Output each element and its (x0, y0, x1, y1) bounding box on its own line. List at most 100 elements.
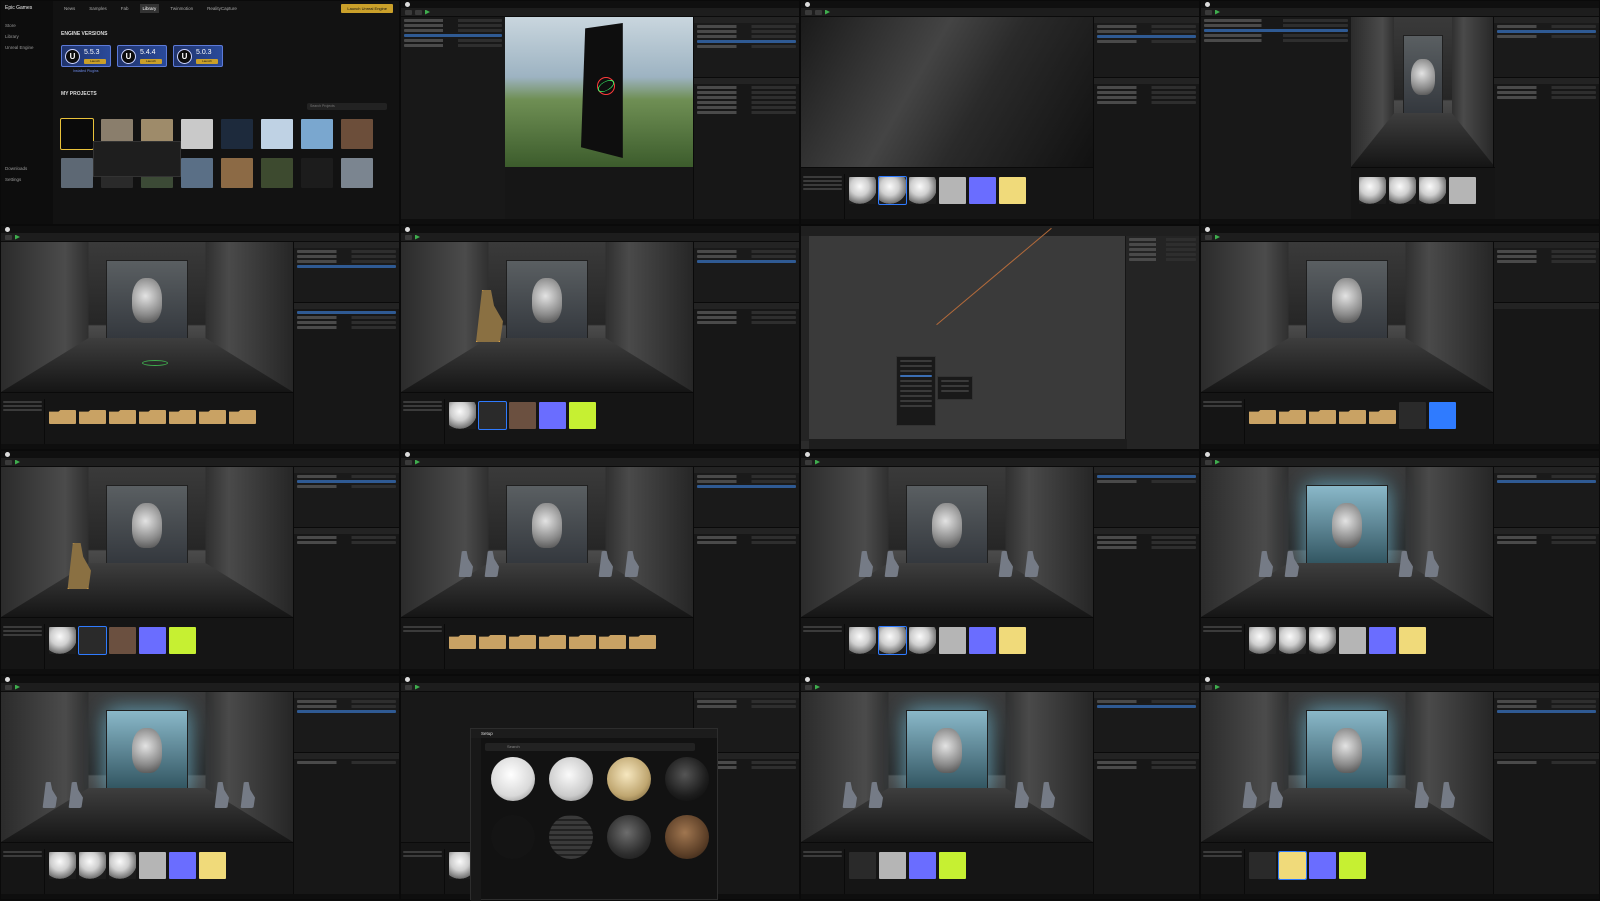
head-sculpture[interactable] (932, 728, 962, 773)
head-sculpture[interactable] (1332, 503, 1362, 548)
texture-asset[interactable] (1339, 852, 1366, 879)
folder-icon[interactable] (1279, 410, 1306, 424)
halo-ring[interactable] (142, 360, 168, 366)
folder-icon[interactable] (49, 410, 76, 424)
texture-asset[interactable] (539, 402, 566, 429)
play-icon[interactable] (415, 459, 420, 465)
material-asset[interactable] (49, 852, 76, 879)
installed-plugins-link[interactable]: Installed Plugins (73, 69, 99, 73)
folder-icon[interactable] (509, 635, 536, 649)
project-thumbnail[interactable] (181, 119, 213, 149)
toolbar-button[interactable] (405, 9, 412, 15)
material-asset[interactable] (1249, 627, 1276, 654)
engine-card[interactable]: U 5.0.3 Launch (173, 45, 223, 67)
project-thumbnail[interactable] (341, 119, 373, 149)
folder-icon[interactable] (169, 410, 196, 424)
material-picker-dialog[interactable]: Setup Search (470, 728, 718, 901)
texture-asset[interactable] (1249, 852, 1276, 879)
folder-icon[interactable] (109, 410, 136, 424)
head-sculpture[interactable] (532, 503, 562, 548)
blender-viewport[interactable] (809, 227, 1127, 441)
material-asset[interactable] (878, 626, 907, 655)
project-thumbnail[interactable] (181, 158, 213, 188)
folder-icon[interactable] (539, 635, 566, 649)
toolbar-button[interactable] (415, 9, 422, 15)
material-swatch[interactable] (491, 757, 535, 801)
picker-search-input[interactable]: Search (485, 743, 695, 751)
texture-asset[interactable] (1339, 627, 1366, 654)
folder-icon[interactable] (479, 635, 506, 649)
engine-launch-button[interactable]: Launch (140, 59, 162, 64)
texture-asset[interactable] (969, 177, 996, 204)
project-thumbnail[interactable] (301, 119, 333, 149)
texture-asset[interactable] (849, 852, 876, 879)
play-icon[interactable] (1215, 459, 1220, 465)
level-viewport[interactable] (801, 467, 1093, 617)
texture-asset[interactable] (879, 852, 906, 879)
project-thumbnail[interactable] (221, 119, 253, 149)
folder-icon[interactable] (229, 410, 256, 424)
project-thumbnail[interactable] (261, 119, 293, 149)
head-sculpture[interactable] (932, 503, 962, 548)
project-thumbnail[interactable] (261, 158, 293, 188)
head-sculpture[interactable] (532, 278, 562, 323)
texture-asset[interactable] (169, 627, 196, 654)
project-thumbnail[interactable] (341, 158, 373, 188)
folder-icon[interactable] (569, 635, 596, 649)
head-sculpture[interactable] (1332, 728, 1362, 773)
play-icon[interactable] (815, 684, 820, 690)
material-asset[interactable] (909, 627, 936, 654)
folder-icon[interactable] (1309, 410, 1336, 424)
material-asset[interactable] (449, 402, 476, 429)
texture-asset[interactable] (1278, 851, 1307, 880)
tab-twinmotion[interactable]: Twinmotion (167, 4, 196, 13)
texture-asset[interactable] (969, 627, 996, 654)
nav-downloads[interactable]: Downloads (5, 166, 49, 171)
material-asset[interactable] (1389, 177, 1416, 204)
folder-icon[interactable] (1339, 410, 1366, 424)
play-icon[interactable] (825, 9, 830, 15)
engine-card[interactable]: U 5.5.3 Launch (61, 45, 111, 67)
project-thumbnail[interactable] (61, 158, 93, 188)
statue-asset[interactable] (78, 626, 107, 655)
play-icon[interactable] (1215, 9, 1220, 15)
tab-news[interactable]: News (61, 4, 78, 13)
level-viewport[interactable] (505, 17, 695, 167)
material-asset[interactable] (878, 176, 907, 205)
material-asset[interactable] (79, 852, 106, 879)
head-sculpture[interactable] (132, 728, 162, 773)
engine-launch-button[interactable]: Launch (196, 59, 218, 64)
texture-asset[interactable] (1309, 852, 1336, 879)
material-asset[interactable] (1279, 627, 1306, 654)
play-icon[interactable] (15, 234, 20, 240)
folder-icon[interactable] (1369, 410, 1396, 424)
material-asset[interactable] (49, 627, 76, 654)
folder-icon[interactable] (79, 410, 106, 424)
level-viewport[interactable] (1, 692, 293, 842)
level-viewport[interactable] (1, 467, 293, 617)
material-swatch[interactable] (665, 757, 709, 801)
tab-realitycapture[interactable]: RealityCapture (204, 4, 240, 13)
nav-store[interactable]: Store (5, 23, 49, 28)
engine-launch-button[interactable]: Launch (84, 59, 106, 64)
statue-asset[interactable] (478, 401, 507, 430)
material-swatch[interactable] (607, 757, 651, 801)
launch-unreal-button[interactable]: Launch Unreal Engine (341, 4, 393, 13)
tab-library[interactable]: Library (139, 3, 160, 13)
texture-asset[interactable] (169, 852, 196, 879)
play-icon[interactable] (1215, 234, 1220, 240)
play-icon[interactable] (15, 684, 20, 690)
folder-icon[interactable] (599, 635, 626, 649)
material-swatch[interactable] (549, 815, 593, 859)
play-icon[interactable] (425, 9, 430, 15)
project-thumbnail[interactable] (60, 118, 94, 150)
level-viewport[interactable] (801, 692, 1093, 842)
level-viewport[interactable] (1, 242, 293, 392)
material-swatch[interactable] (491, 815, 535, 859)
texture-asset[interactable] (909, 852, 936, 879)
texture-asset[interactable] (199, 852, 226, 879)
folder-icon[interactable] (139, 410, 166, 424)
texture-asset[interactable] (1399, 627, 1426, 654)
folder-icon[interactable] (449, 635, 476, 649)
level-viewport[interactable] (401, 467, 693, 617)
